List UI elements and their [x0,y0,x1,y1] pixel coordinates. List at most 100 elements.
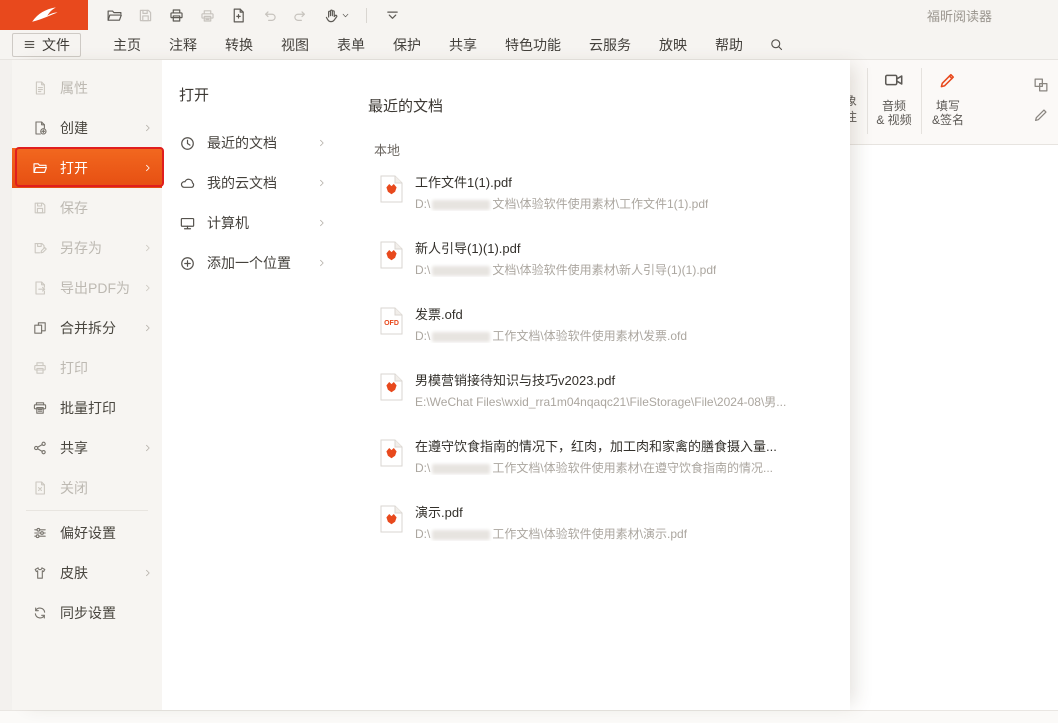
recent-file-item[interactable]: 在遵守饮食指南的情况下，红肉，加工肉和家禽的膳食摄入量...D:\工作文档\体验… [380,436,850,475]
recent-file-item[interactable]: 男模营销接待知识与技巧v2023.pdfE:\WeChat Files\wxid… [380,370,850,409]
file-name: 发票.ofd [415,307,687,323]
tab-home[interactable]: 主页 [99,30,155,59]
file-menu-item-label: 共享 [60,438,88,458]
redo-button[interactable] [288,4,312,26]
recent-file-item[interactable]: 工作文件1(1).pdfD:\文档\体验软件使用素材\工作文件1(1).pdf [380,172,850,211]
file-menu-item-save-as[interactable]: 另存为 [12,228,162,268]
tab-share[interactable]: 共享 [435,30,491,59]
search-button[interactable] [763,32,789,58]
file-menu-item-save[interactable]: 保存 [12,188,162,228]
open-panel-item-label: 我的云文档 [207,173,277,193]
file-menu-item-batch-print[interactable]: 批量打印 [12,388,162,428]
file-path: D:\文档\体验软件使用素材\新人引导(1)(1).pdf [415,263,716,277]
file-menu-item-sync-settings[interactable]: 同步设置 [12,593,162,633]
tab-special-features[interactable]: 特色功能 [491,30,575,59]
recent-file-item[interactable]: 新人引导(1)(1).pdfD:\文档\体验软件使用素材\新人引导(1)(1).… [380,238,850,277]
recent-file-item[interactable]: 演示.pdfD:\工作文档\体验软件使用素材\演示.pdf [380,502,850,541]
ribbon-separator [867,68,868,134]
file-menu-item-label: 皮肤 [60,563,88,583]
file-path: D:\工作文档\体验软件使用素材\在遵守饮食指南的情况... [415,461,777,475]
print-page-button[interactable] [195,4,219,26]
hand-tool-button[interactable] [319,4,353,26]
open-panel-item-label: 最近的文档 [207,133,277,153]
hamburger-icon [23,38,36,51]
file-menu-item-skin[interactable]: 皮肤 [12,553,162,593]
chevron-right-icon [316,137,328,149]
cloud-icon [179,175,196,192]
redacted-path-segment [432,464,490,474]
tab-convert[interactable]: 转换 [211,30,267,59]
recent-file-item[interactable]: OFD 发票.ofd D:\工作文档\体验软件使用素材\发票.ofd [380,304,850,343]
tab-help[interactable]: 帮助 [701,30,757,59]
printer-page-icon [199,7,216,24]
new-document-button[interactable] [226,4,250,26]
pen-icon [937,69,959,91]
tab-view[interactable]: 视图 [267,30,323,59]
recent-file-text: 演示.pdfD:\工作文档\体验软件使用素材\演示.pdf [415,505,687,541]
file-menu-item-close[interactable]: 关闭 [12,468,162,508]
recent-file-text: 男模营销接待知识与技巧v2023.pdfE:\WeChat Files\wxid… [415,373,786,409]
app-window: 福昕阅读器 文件 主页注释转换视图表单保护共享特色功能云服务放映帮助 象注音频&… [0,0,1058,723]
tab-cloud-service[interactable]: 云服务 [575,30,645,59]
floppy-icon [32,200,48,216]
chevron-right-icon [316,217,328,229]
tab-form[interactable]: 表单 [323,30,379,59]
chevron-right-icon [142,162,154,174]
printer-icon [32,360,48,376]
file-menu-item-print[interactable]: 打印 [12,348,162,388]
undo-button[interactable] [257,4,281,26]
recent-file-text: 发票.ofd D:\工作文档\体验软件使用素材\发票.ofd [415,307,687,343]
open-panel-item-computer[interactable]: 计算机 [162,203,340,243]
recent-file-text: 工作文件1(1).pdfD:\文档\体验软件使用素材\工作文件1(1).pdf [415,175,708,211]
hand-icon [323,7,340,24]
tab-comment[interactable]: 注释 [155,30,211,59]
open-panel-item-recent-documents[interactable]: 最近的文档 [162,123,340,163]
file-menu-button[interactable]: 文件 [12,33,81,57]
tab-protect[interactable]: 保护 [379,30,435,59]
print-button[interactable] [164,4,188,26]
menu-divider [26,510,148,511]
file-menu-sidebar: 属性创建打开保存另存为导出PDF为合并拆分打印批量打印共享关闭偏好设置皮肤同步设… [12,60,162,710]
file-menu-item-label: 打开 [60,158,88,178]
save-as-icon [32,240,48,256]
ribbon-button-fill-sign[interactable]: 填写&签名 [923,66,973,127]
redacted-path-segment [432,200,490,210]
file-path: D:\工作文档\体验软件使用素材\发票.ofd [415,329,687,343]
printer-icon [168,7,185,24]
file-menu-item-export-pdf[interactable]: 导出PDF为 [12,268,162,308]
open-panel-list: 最近的文档我的云文档计算机添加一个位置 [162,123,340,283]
file-menu-item-preferences[interactable]: 偏好设置 [12,513,162,553]
preferences-icon [32,525,48,541]
recent-file-text: 在遵守饮食指南的情况下，红肉，加工肉和家禽的膳食摄入量...D:\工作文档\体验… [415,439,777,475]
properties-icon [32,80,48,96]
clock-icon [179,135,196,152]
panel-squares-icon[interactable] [1032,76,1050,94]
pdf-file-icon [380,241,403,269]
file-name: 男模营销接待知识与技巧v2023.pdf [415,373,786,389]
file-menu-item-combine-split[interactable]: 合并拆分 [12,308,162,348]
open-panel-item-add-a-place[interactable]: 添加一个位置 [162,243,340,283]
file-menu-item-open[interactable]: 打开 [12,148,162,188]
file-menu-item-label: 同步设置 [60,603,116,623]
recent-file-text: 新人引导(1)(1).pdfD:\文档\体验软件使用素材\新人引导(1)(1).… [415,241,716,277]
redacted-path-segment [432,332,490,342]
panel-pencil-icon[interactable] [1032,106,1050,124]
file-menu-item-properties[interactable]: 属性 [12,68,162,108]
file-menu-item-label: 保存 [60,198,88,218]
chevron-right-icon [142,122,154,134]
open-panel-item-my-cloud-documents[interactable]: 我的云文档 [162,163,340,203]
file-menu-item-create[interactable]: 创建 [12,108,162,148]
menubar: 文件 主页注释转换视图表单保护共享特色功能云服务放映帮助 [0,30,1058,60]
open-panel-item-label: 计算机 [207,213,249,233]
pdf-file-icon [380,373,403,401]
customize-toolbar-button[interactable] [380,4,404,26]
ribbon-button-audio-video[interactable]: 音频& 视频 [869,66,919,127]
video-icon [883,69,905,91]
tab-slideshow[interactable]: 放映 [645,30,701,59]
ribbon-tabs: 主页注释转换视图表单保护共享特色功能云服务放映帮助 [99,30,757,59]
open-file-button[interactable] [102,4,126,26]
file-menu-item-share[interactable]: 共享 [12,428,162,468]
combine-icon [32,320,48,336]
save-button[interactable] [133,4,157,26]
svg-text:OFD: OFD [384,320,399,327]
